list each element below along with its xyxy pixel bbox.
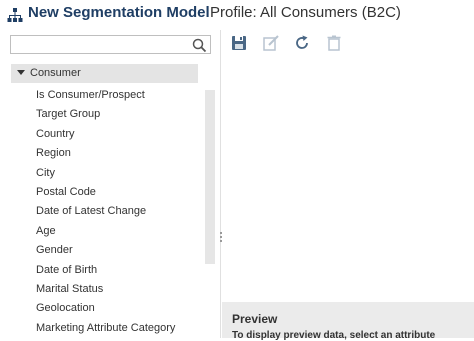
list-item[interactable]: Age: [36, 222, 175, 241]
panel-splitter[interactable]: [220, 30, 221, 338]
search-icon[interactable]: [192, 38, 207, 53]
header: New Segmentation Model Profile: All Cons…: [0, 0, 474, 30]
preview-title: Preview: [232, 312, 278, 326]
preview-panel: Preview To display preview data, select …: [222, 302, 474, 341]
list-item[interactable]: Target Group: [36, 105, 175, 124]
hierarchy-icon: [7, 8, 23, 22]
splitter-grip-icon[interactable]: [220, 232, 223, 244]
list-item[interactable]: Marketing Attribute Category: [36, 319, 175, 338]
delete-icon: [327, 35, 341, 51]
list-item[interactable]: Geolocation: [36, 299, 175, 318]
list-item[interactable]: Country: [36, 125, 175, 144]
refresh-icon[interactable]: [293, 34, 311, 52]
tree-node-consumer[interactable]: Consumer: [11, 64, 198, 83]
edit-icon: [263, 35, 279, 51]
profile-title: Profile: All Consumers (B2C): [210, 4, 401, 21]
list-item[interactable]: Postal Code: [36, 183, 175, 202]
list-item[interactable]: Region: [36, 144, 175, 163]
attribute-panel: Consumer Is Consumer/Prospect Target Gro…: [0, 30, 220, 338]
tree-node-label: Consumer: [30, 67, 81, 79]
preview-message: To display preview data, select an attri…: [232, 330, 436, 341]
app-title: New Segmentation Model: [28, 4, 210, 21]
list-item[interactable]: Date of Birth: [36, 261, 175, 280]
list-item[interactable]: Date of Latest Change: [36, 202, 175, 221]
save-icon[interactable]: [230, 34, 248, 52]
list-item[interactable]: Marital Status: [36, 280, 175, 299]
list-item[interactable]: Is Consumer/Prospect: [36, 86, 175, 105]
caret-down-icon[interactable]: [17, 70, 25, 75]
search-field[interactable]: [10, 35, 211, 54]
search-input[interactable]: [13, 37, 188, 52]
attribute-list: Is Consumer/Prospect Target Group Countr…: [36, 86, 175, 338]
list-item[interactable]: Gender: [36, 241, 175, 260]
scrollbar[interactable]: [205, 90, 215, 264]
list-item[interactable]: City: [36, 164, 175, 183]
